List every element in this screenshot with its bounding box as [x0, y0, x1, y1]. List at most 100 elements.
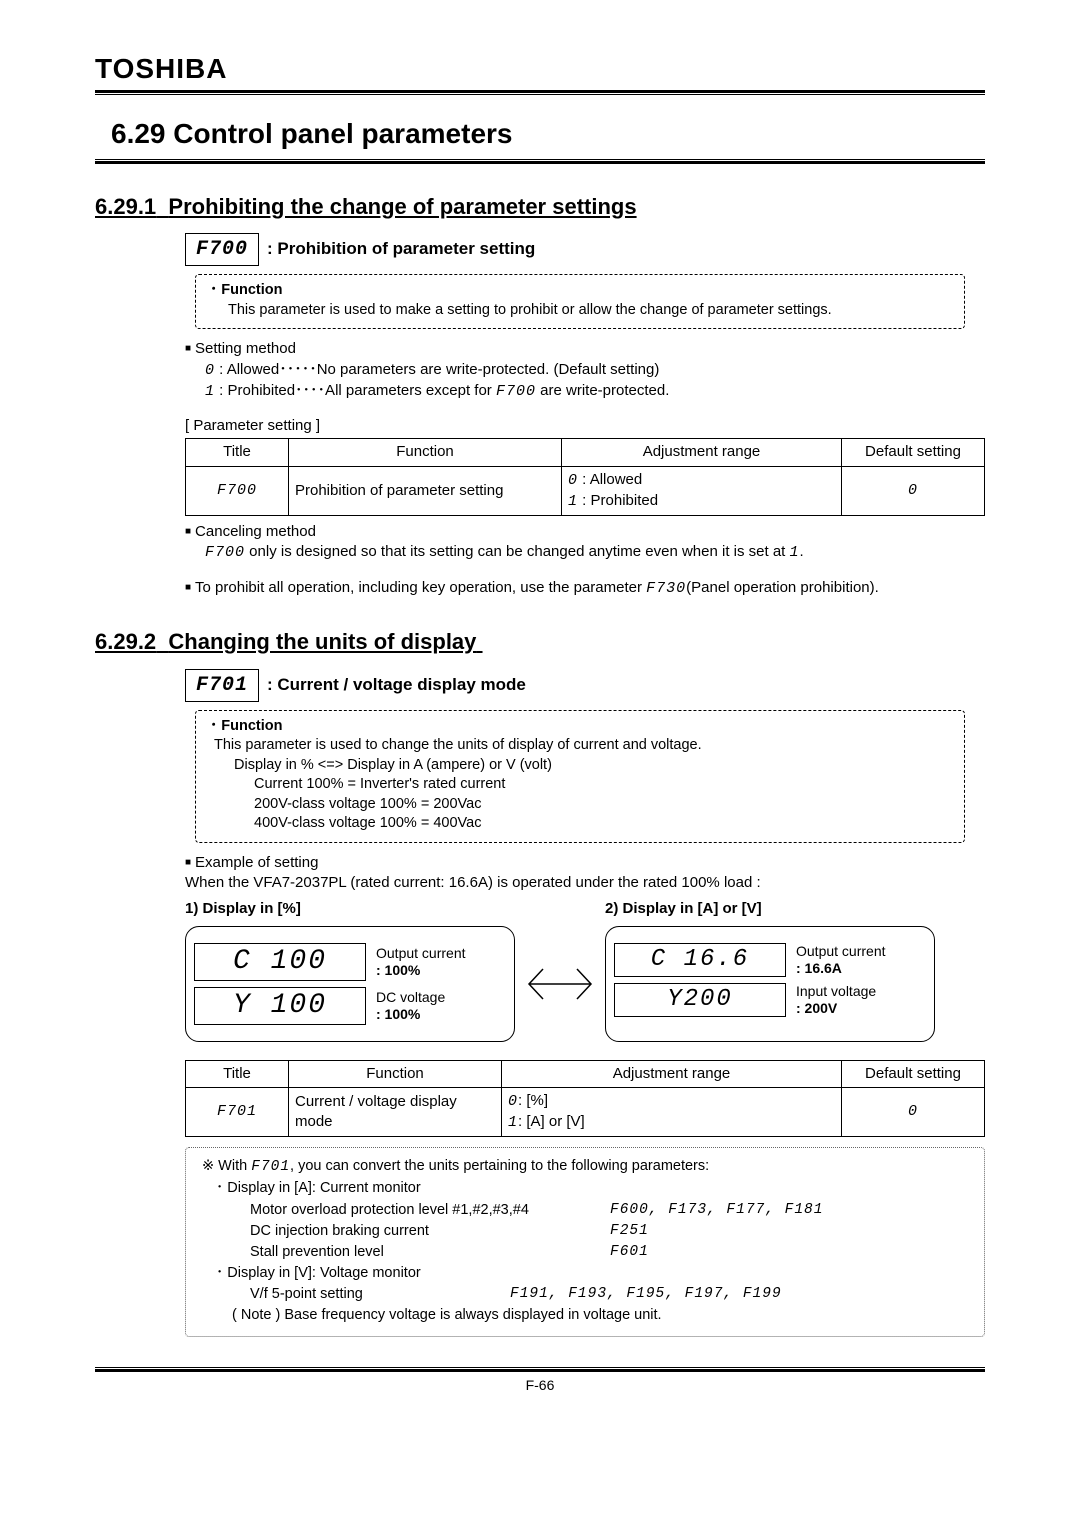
setting-method-head: Setting method	[195, 340, 296, 357]
opt1-post: are write-protected.	[536, 382, 669, 399]
cell-title: F701	[186, 1087, 289, 1137]
function-label: ･ Function	[210, 717, 950, 737]
option-1-row: 1 : Prohibited････All parameters except …	[205, 381, 985, 402]
lcd-readout: Y 100	[194, 987, 366, 1025]
prohibit-post: (Panel operation prohibition).	[686, 579, 879, 596]
note-sym: ※	[202, 1158, 214, 1174]
table-header-row: Title Function Adjustment range Default …	[186, 439, 985, 466]
sub2-head: Changing the units of display	[168, 629, 476, 654]
display-columns: C 100 Output current: 100% Y 100 DC volt…	[185, 926, 985, 1042]
example-head: Example of setting	[195, 854, 318, 871]
note-a3: Stall prevention level F601	[250, 1242, 968, 1263]
lbl2: : 100%	[376, 1006, 420, 1022]
note-a1-r: F600, F173, F177, F181	[610, 1200, 823, 1221]
func-l1: This parameter is used to change the uni…	[214, 736, 950, 756]
col1-head: 1) Display in [%]	[185, 899, 515, 919]
lcd-label: Output current: 100%	[376, 945, 466, 979]
display-row: Y 100 DC voltage: 100%	[194, 987, 506, 1025]
cancel-code: F700	[205, 544, 245, 561]
func-l3: Current 100% = Inverter's rated current	[254, 775, 950, 795]
note-a2-r: F251	[610, 1221, 649, 1242]
cancel-sym: 1	[790, 544, 800, 561]
lcd-readout: Y200	[614, 983, 786, 1017]
cell-function: Prohibition of parameter setting	[289, 466, 562, 516]
note-a2-l: DC injection braking current	[250, 1221, 610, 1242]
brand-logo: TOSHIBA	[95, 50, 985, 88]
lcd-label: Input voltage: 200V	[796, 983, 876, 1017]
param-title-f701: : Current / voltage display mode	[267, 674, 526, 697]
opt1-symbol: 1	[205, 383, 215, 400]
display-row: Y200 Input voltage: 200V	[614, 983, 926, 1017]
rule-top-thin	[95, 94, 985, 95]
lbl2: : 100%	[376, 962, 420, 978]
note-a-head: ･ Display in [A]: Current monitor	[216, 1178, 968, 1199]
sub1-head: Prohibiting the change of parameter sett…	[168, 194, 636, 219]
cell-range: 0 : Allowed 1 : Prohibited	[562, 466, 842, 516]
cancel-method-block: ■ Canceling method F700 only is designed …	[185, 522, 985, 564]
example-block: ■Example of setting When the VFA7-2037PL…	[185, 853, 985, 894]
section-heading: Control panel parameters	[173, 118, 512, 149]
rule-top-thick	[95, 90, 985, 93]
function-text-f700: This parameter is used to make a setting…	[228, 301, 950, 321]
prohibit-block: ■ To prohibit all operation, including ke…	[185, 578, 985, 599]
range0-txt: : [%]	[518, 1092, 548, 1109]
display-row: C 100 Output current: 100%	[194, 943, 506, 981]
rule-sec-thick	[95, 161, 985, 164]
note-box: ※ With F701, you can convert the units p…	[185, 1147, 985, 1336]
note-a3-r: F601	[610, 1242, 649, 1263]
bullet-icon: ■	[185, 582, 191, 593]
opt1-code: F700	[496, 383, 536, 400]
lbl2: : 16.6A	[796, 960, 842, 976]
note-code: F701	[251, 1159, 290, 1175]
option-0-row: 0 : Allowed･････No parameters are write-…	[205, 360, 985, 381]
range1-txt: : Prohibited	[578, 492, 658, 509]
th-title: Title	[186, 439, 289, 466]
page-number: F-66	[95, 1376, 985, 1395]
cell-default: 0	[842, 466, 985, 516]
th-range: Adjustment range	[502, 1060, 842, 1087]
display-row: C 16.6 Output current: 16.6A	[614, 943, 926, 977]
cancel-head: Canceling method	[195, 523, 316, 540]
th-range: Adjustment range	[562, 439, 842, 466]
th-function: Function	[289, 1060, 502, 1087]
func-l2: Display in % <=> Display in A (ampere) o…	[234, 756, 950, 776]
setting-method-block: ■ Setting method 0 : Allowed･････No param…	[185, 339, 985, 402]
param-table-label-1: [ Parameter setting ]	[185, 416, 985, 436]
sub1-num: 6.29.1	[95, 194, 156, 219]
lcd-label: Output current: 16.6A	[796, 943, 886, 977]
cell-default: 0	[842, 1087, 985, 1137]
func-l4: 200V-class voltage 100% = 200Vac	[254, 795, 950, 815]
function-box-f701: ･ Function This parameter is used to cha…	[195, 710, 965, 843]
subsection-1-title: 6.29.1 Prohibiting the change of paramet…	[95, 192, 985, 222]
lcd-readout: C 16.6	[614, 943, 786, 977]
note-line1: ※ With F701, you can convert the units p…	[202, 1156, 968, 1178]
cell-range: 0: [%] 1: [A] or [V]	[502, 1087, 842, 1137]
lbl1: Output current	[796, 943, 886, 959]
th-function: Function	[289, 439, 562, 466]
section-title: 6.29 Control panel parameters	[111, 115, 985, 153]
note-a2: DC injection braking current F251	[250, 1221, 968, 1242]
note-v1-l: V/f 5-point setting	[250, 1284, 510, 1305]
note-v-head: ･ Display in [V]: Voltage monitor	[216, 1263, 968, 1284]
opt0-symbol: 0	[205, 362, 215, 379]
opt1-pre: : Prohibited････All parameters except fo…	[215, 382, 496, 399]
prohibit-pre: To prohibit all operation, including key…	[195, 579, 646, 596]
note-post: , you can convert the units pertaining t…	[290, 1158, 709, 1174]
lcd-readout: C 100	[194, 943, 366, 981]
param-title-f700: : Prohibition of parameter setting	[267, 238, 535, 261]
rule-sec-thin	[95, 159, 985, 160]
note-a1-l: Motor overload protection level #1,#2,#3…	[250, 1200, 610, 1221]
opt0-text: : Allowed･････No parameters are write-pr…	[215, 361, 659, 378]
lbl1: Output current	[376, 945, 466, 961]
param-f701-header: F701 : Current / voltage display mode	[185, 669, 985, 702]
range1-txt: : [A] or [V]	[518, 1113, 585, 1130]
bullet-icon: ■	[185, 343, 191, 354]
display-col-percent: C 100 Output current: 100% Y 100 DC volt…	[185, 926, 515, 1042]
note-v1-r: F191, F193, F195, F197, F199	[510, 1284, 782, 1305]
bullet-icon: ■	[185, 857, 191, 868]
function-label: ･ Function	[210, 281, 950, 301]
cancel-text: only is designed so that its setting can…	[245, 543, 790, 560]
bullet-icon: ■	[185, 526, 191, 537]
rule-bot-thin	[95, 1367, 985, 1368]
param-code-f701: F701	[185, 669, 259, 702]
